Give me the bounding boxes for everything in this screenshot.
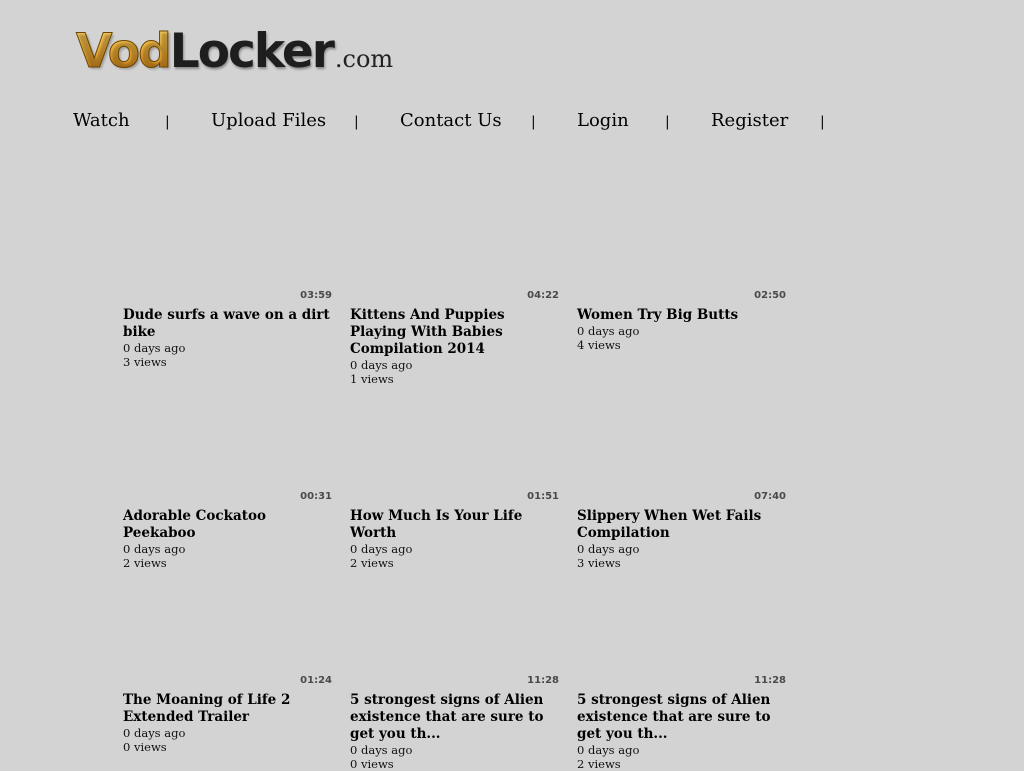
- video-title-link[interactable]: Dude surfs a wave on a dirt bike: [123, 307, 333, 341]
- video-age: 0 days ago: [350, 542, 413, 556]
- video-title-link[interactable]: How Much Is Your Life Worth: [350, 508, 560, 542]
- nav-contact-us-link[interactable]: Contact Us: [400, 108, 502, 134]
- nav-separator: |: [531, 114, 536, 130]
- video-duration: 01:51: [527, 491, 559, 502]
- video-title-link[interactable]: 5 strongest signs of Alien existence tha…: [350, 692, 560, 743]
- site-logo[interactable]: Vod Locker .com: [76, 24, 394, 80]
- video-age: 0 days ago: [123, 341, 186, 355]
- video-title-link[interactable]: The Moaning of Life 2 Extended Trailer: [123, 692, 333, 726]
- video-views: 2 views: [350, 556, 394, 570]
- nav-separator: |: [354, 114, 359, 130]
- nav-separator: |: [820, 114, 825, 130]
- nav-separator: |: [165, 114, 170, 130]
- video-views: 1 views: [350, 372, 394, 386]
- video-age: 0 days ago: [577, 542, 640, 556]
- video-duration: 11:28: [527, 675, 559, 686]
- video-duration: 11:28: [754, 675, 786, 686]
- video-age: 0 days ago: [123, 542, 186, 556]
- video-title-link[interactable]: Kittens And Puppies Playing With Babies …: [350, 307, 560, 358]
- video-duration: 03:59: [300, 290, 332, 301]
- video-duration: 01:24: [300, 675, 332, 686]
- video-title-link[interactable]: 5 strongest signs of Alien existence tha…: [577, 692, 787, 743]
- video-views: 0 views: [350, 757, 394, 771]
- video-duration: 04:22: [527, 290, 559, 301]
- video-age: 0 days ago: [577, 324, 640, 338]
- video-views: 2 views: [123, 556, 167, 570]
- video-duration: 02:50: [754, 290, 786, 301]
- video-views: 3 views: [123, 355, 167, 369]
- video-age: 0 days ago: [123, 726, 186, 740]
- logo-vod-text: Vod: [76, 24, 173, 80]
- video-views: 0 views: [123, 740, 167, 754]
- video-age: 0 days ago: [577, 743, 640, 757]
- nav-watch-link[interactable]: Watch: [73, 108, 130, 134]
- video-age: 0 days ago: [350, 743, 413, 757]
- nav-upload-files-link[interactable]: Upload Files: [211, 108, 326, 134]
- video-views: 4 views: [577, 338, 621, 352]
- video-duration: 07:40: [754, 491, 786, 502]
- video-duration: 00:31: [300, 491, 332, 502]
- video-title-link[interactable]: Adorable Cockatoo Peekaboo: [123, 508, 333, 542]
- video-title-link[interactable]: Women Try Big Butts: [577, 307, 787, 324]
- nav-login-link[interactable]: Login: [577, 108, 629, 134]
- nav-register-link[interactable]: Register: [711, 108, 788, 134]
- video-title-link[interactable]: Slippery When Wet Fails Compilation: [577, 508, 787, 542]
- video-age: 0 days ago: [350, 358, 413, 372]
- logo-locker-text: Locker: [169, 24, 335, 79]
- video-views: 2 views: [577, 757, 621, 771]
- nav-separator: |: [665, 114, 670, 130]
- logo-com-text: .com: [334, 45, 394, 73]
- video-views: 3 views: [577, 556, 621, 570]
